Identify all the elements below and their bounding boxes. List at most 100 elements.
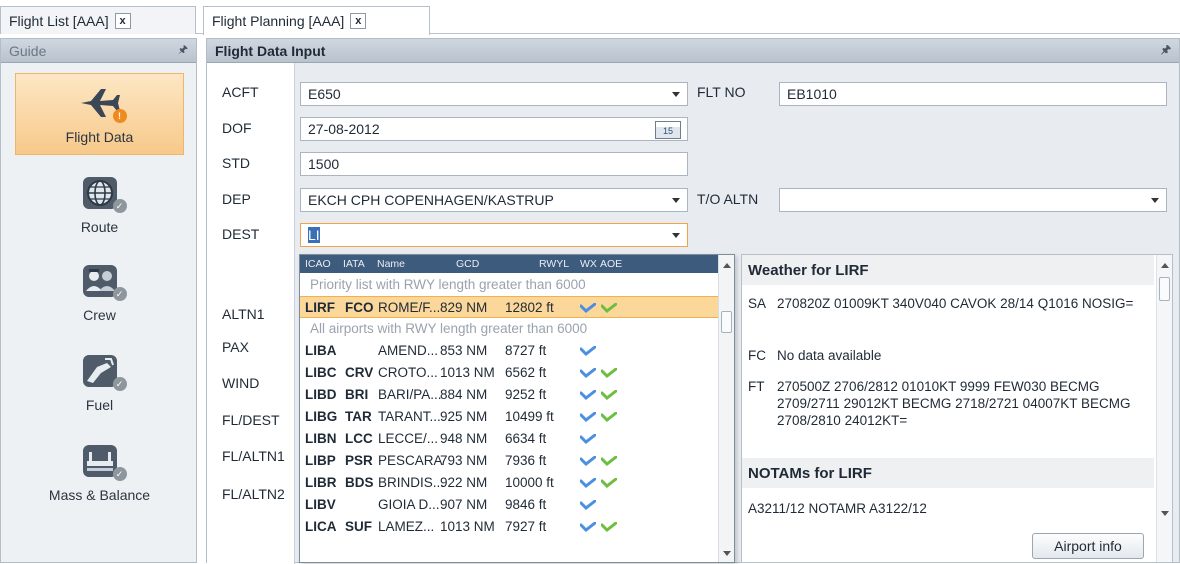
label-dep: DEP [222,191,251,207]
crew-icon: ✓ [77,261,127,301]
guide-header: Guide 🖈 [1,39,196,63]
pin-icon[interactable]: 🖈 [178,41,188,60]
nav-crew[interactable]: ✓ Crew [15,251,184,333]
col-gcd[interactable]: GCD [456,258,479,270]
panel-header: Flight Data Input 🖈 [207,39,1179,63]
chevron-down-icon[interactable] [1151,198,1159,203]
cell-gcd: 907 NM [440,497,488,512]
chevron-down-icon[interactable] [672,233,680,238]
label-pax: PAX [222,339,249,355]
notams-title: NOTAMs for LIRF [742,458,1154,488]
col-rwyl[interactable]: RWYL [539,258,569,270]
airport-row[interactable]: LIBG TAR TARANT... 925 NM 10499 ft [300,406,718,428]
cell-rwyl: 7936 ft [505,453,547,468]
scroll-up-icon[interactable] [1161,263,1169,268]
label-to-altn: T/O ALTN [697,191,759,207]
scroll-thumb[interactable] [1159,277,1170,301]
airport-row[interactable]: LIBD BRI BARI/PA... 884 NM 9252 ft [300,384,718,406]
fuel-pump-icon: ✓ [77,351,127,391]
airport-row[interactable]: LIBA AMEND... 853 NM 8727 ft [300,340,718,362]
to-altn-select[interactable] [779,188,1167,212]
scale-icon: ✓ [77,441,127,481]
airport-list-scrollbar[interactable] [718,255,734,562]
scroll-down-icon[interactable] [1161,511,1169,516]
pin-icon[interactable]: 🖈 [1161,41,1171,60]
col-aoe[interactable]: AOE [600,258,622,270]
chevron-down-icon[interactable] [672,92,680,97]
nav-fuel[interactable]: ✓ Fuel [15,341,184,423]
nav-flight-data[interactable]: ! Flight Data [15,73,184,155]
col-iata[interactable]: IATA [343,258,365,270]
airport-info-button[interactable]: Airport info [1032,533,1144,559]
airport-dropdown: ICAO IATA Name GCD RWYL WX AOE Priority … [299,254,735,563]
label-flt-no: FLT NO [697,84,746,100]
weather-text: 270500Z 2706/2812 01010KT 9999 FEW030 BE… [777,379,1131,428]
close-icon[interactable]: x [114,12,131,29]
weather-text: No data available [777,348,882,363]
acft-select[interactable]: E650 [300,82,688,106]
acft-value: E650 [308,86,341,102]
airport-row[interactable]: LIBC CRV CROTO... 1013 NM 6562 ft [300,362,718,384]
airport-row[interactable]: LICA SUF LAMEZ... 1013 NM 7927 ft [300,516,718,538]
cell-icao: LIBP [305,453,336,468]
cell-gcd: 948 NM [440,431,488,446]
nav-label: Route [80,219,119,235]
notam-text: A3211/12 NOTAMR A3122/12 [748,501,927,516]
cell-rwyl: 12802 ft [505,300,554,315]
dest-combobox[interactable]: LI [300,223,688,247]
cell-icao: LIBN [305,431,337,446]
wx-check-icon [580,500,597,511]
nav-label: Fuel [85,397,114,413]
std-input[interactable]: 1500 [300,152,688,176]
tab-flight-list[interactable]: Flight List [AAA] x [0,6,196,34]
airplane-icon: ! [77,83,127,123]
label-fl-altn2: FL/ALTN2 [222,486,285,502]
cell-rwyl: 9252 ft [505,387,547,402]
cell-name: PESCARA [378,453,443,468]
wx-check-icon [580,412,597,423]
airport-row-selected[interactable]: LIRF FCO ROME/F... 829 NM 12802 ft [300,296,718,318]
col-name[interactable]: Name [377,258,405,270]
weather-entry-sa: SA 270820Z 01009KT 340V040 CAVOK 28/14 Q… [742,295,1154,331]
airport-row[interactable]: LIBN LCC LECCE/... 948 NM 6634 ft [300,428,718,450]
cell-name: LECCE/... [378,431,439,446]
col-icao[interactable]: ICAO [305,258,331,270]
cell-rwyl: 8727 ft [505,343,547,358]
tab-label: Flight Planning [AAA] [212,13,345,29]
notam-entry: A3211/12 NOTAMR A3122/12 [742,500,1154,518]
weather-scrollbar[interactable] [1156,255,1172,562]
scroll-down-icon[interactable] [723,551,731,556]
cell-iata: FCO [345,300,374,315]
chevron-down-icon[interactable] [672,198,680,203]
cell-iata: BDS [345,475,374,490]
scroll-up-icon[interactable] [723,263,731,268]
dep-select[interactable]: EKCH CPH COPENHAGEN/KASTRUP [300,188,688,212]
section-label: Priority list with RWY length greater th… [310,277,586,292]
label-dof: DOF [222,120,252,136]
flt-no-value: EB1010 [787,86,837,102]
col-wx[interactable]: WX [580,258,597,270]
airport-row[interactable]: LIBR BDS BRINDIS... 922 NM 10000 ft [300,472,718,494]
calendar-icon[interactable]: 15 [655,121,681,139]
cell-icao: LIRF [305,300,335,315]
scroll-thumb[interactable] [721,311,732,333]
nav-route[interactable]: ✓ Route [15,163,184,245]
weather-type: SA [748,296,767,311]
dof-datepicker[interactable]: 27-08-2012 15 [300,117,688,141]
tab-flight-planning[interactable]: Flight Planning [AAA] x [203,6,430,35]
close-icon[interactable]: x [350,13,367,29]
cell-gcd: 1013 NM [440,519,495,534]
flt-no-input[interactable]: EB1010 [779,82,1167,106]
airport-row[interactable]: LIBV GIOIA D... 907 NM 9846 ft [300,494,718,516]
nav-mass-balance[interactable]: ✓ Mass & Balance [15,431,184,513]
airport-list-header: ICAO IATA Name GCD RWYL WX AOE [300,255,718,273]
wx-check-icon [580,456,597,467]
label-wind: WIND [222,375,260,391]
aoe-check-icon [601,522,618,533]
airport-row[interactable]: LIBP PSR PESCARA 793 NM 7936 ft [300,450,718,472]
wx-check-icon [580,478,597,489]
guide-title: Guide [9,42,47,59]
cell-name: ROME/F... [378,300,441,315]
cell-name: TARANT... [378,409,441,424]
cell-icao: LIBA [305,343,337,358]
